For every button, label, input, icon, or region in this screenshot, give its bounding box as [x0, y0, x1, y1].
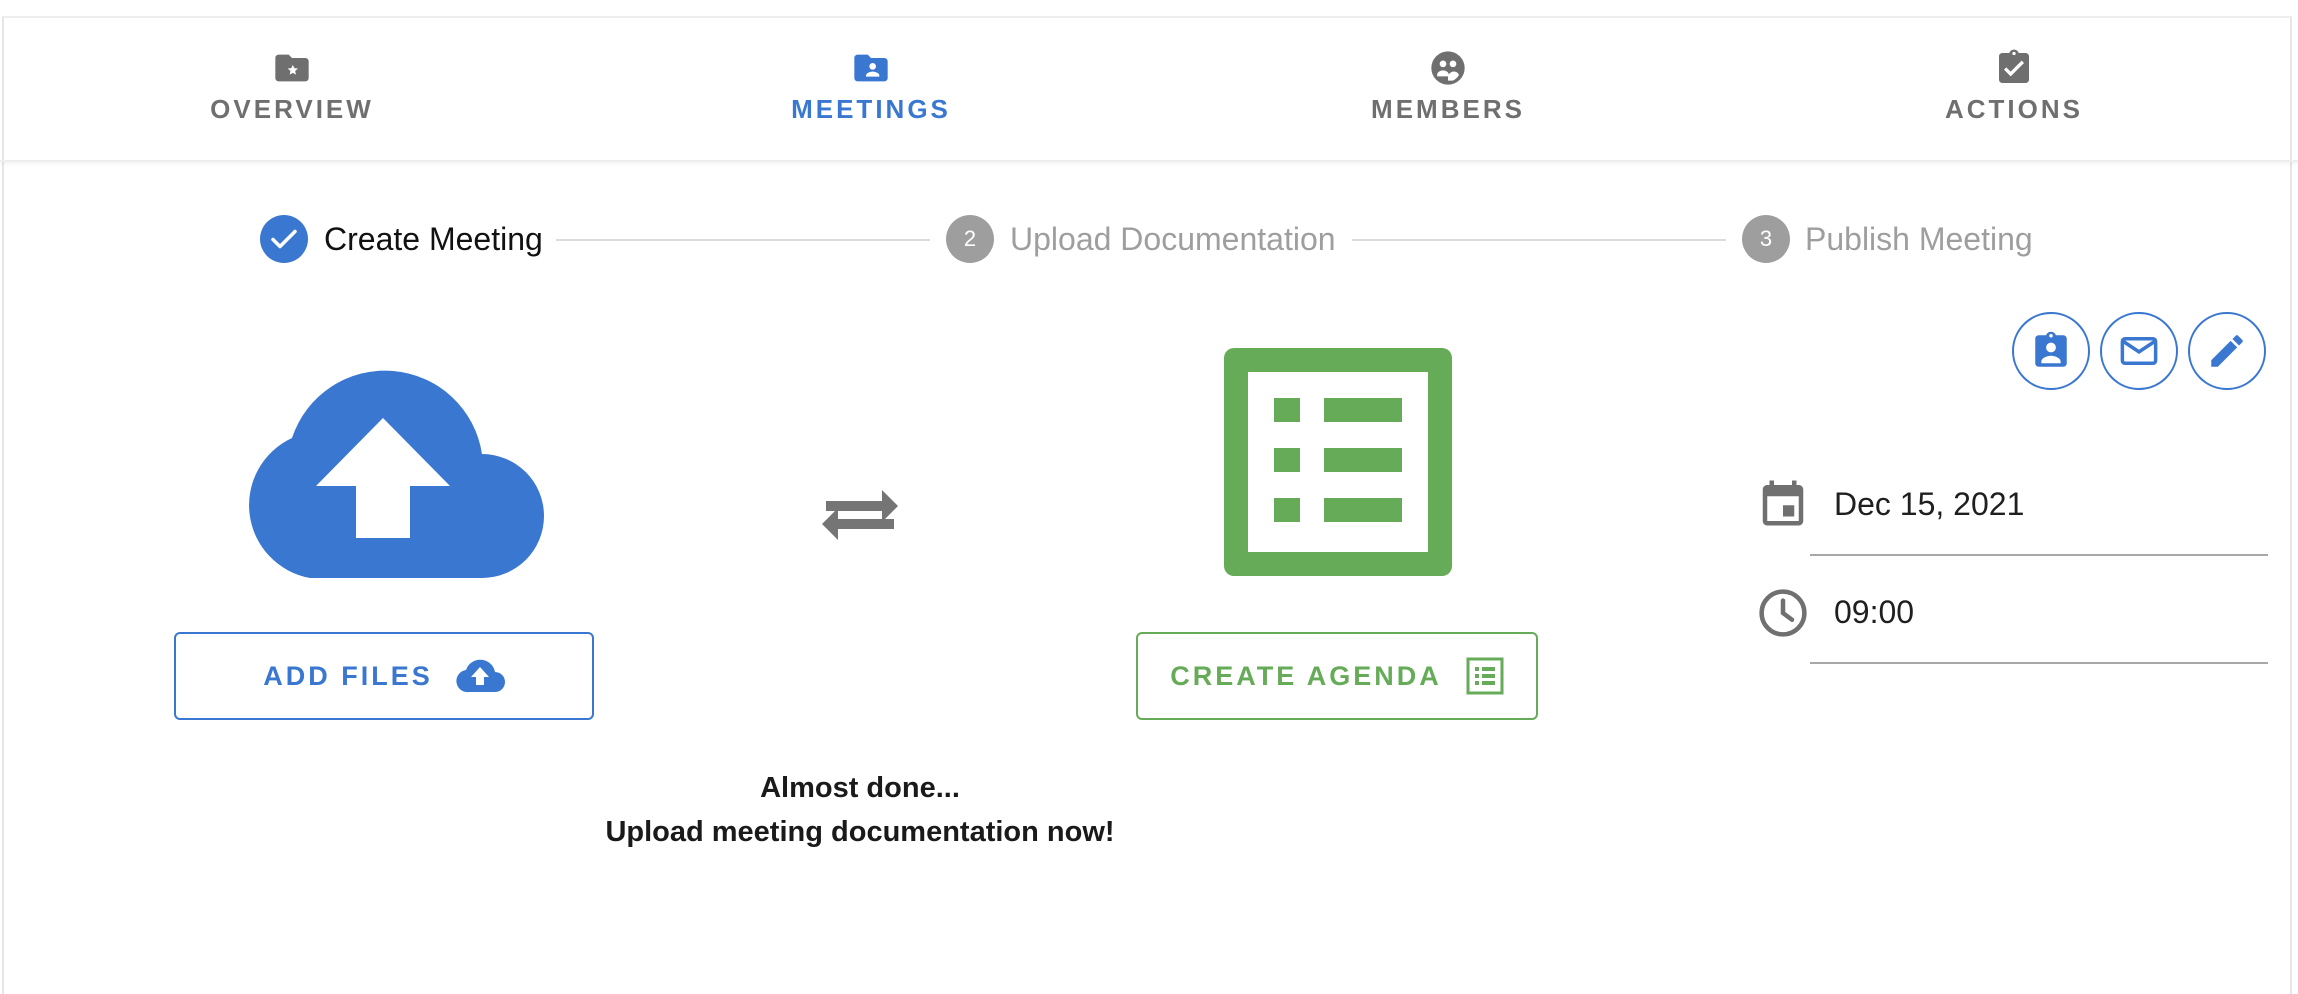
progress-message-subtitle: Upload meeting documentation now!	[605, 816, 1115, 848]
step-3-number: 3	[1742, 215, 1790, 263]
tab-actions-label: ACTIONS	[1945, 94, 2083, 124]
tab-members[interactable]: MEMBERS	[1298, 48, 1598, 148]
clipboard-check-icon	[1999, 49, 2029, 83]
step-2-label: Upload Documentation	[1010, 221, 1336, 257]
email-icon	[2120, 337, 2158, 365]
swap-horiz-icon	[822, 490, 898, 540]
email-button[interactable]	[2100, 312, 2178, 390]
step-connector	[1352, 239, 1726, 241]
tab-members-label: MEMBERS	[1371, 94, 1525, 124]
time-underline	[1810, 662, 2268, 664]
group-icon	[1431, 51, 1465, 85]
contact-card-icon	[2035, 331, 2067, 367]
tab-meetings[interactable]: MEETINGS	[721, 48, 1021, 148]
create-agenda-button[interactable]: CREATE AGENDA	[1136, 632, 1538, 720]
step-3-label: Publish Meeting	[1805, 221, 2033, 257]
list-alt-icon	[1466, 657, 1504, 695]
add-files-button[interactable]: ADD FILES	[174, 632, 594, 720]
date-underline	[1810, 554, 2268, 556]
list-alt-icon	[1224, 348, 1452, 576]
clock-icon	[1759, 589, 1807, 637]
meeting-time[interactable]: 09:00	[1834, 594, 1914, 631]
folder-user-icon	[854, 54, 888, 82]
step-1-check	[260, 215, 308, 263]
step-connector	[556, 239, 930, 241]
tab-bar: OVERVIEW MEETINGS MEMBERS ACTIONS	[0, 18, 2298, 162]
step-1-label: Create Meeting	[324, 221, 543, 257]
folder-star-icon	[275, 54, 309, 82]
tab-overview-label: OVERVIEW	[210, 94, 374, 124]
calendar-icon	[1762, 480, 1804, 526]
tab-overview[interactable]: OVERVIEW	[142, 48, 442, 148]
progress-message-title: Almost done...	[760, 772, 960, 804]
check-icon	[271, 229, 297, 249]
tab-meetings-label: MEETINGS	[791, 94, 951, 124]
meeting-date[interactable]: Dec 15, 2021	[1834, 486, 2024, 523]
cloud-upload-icon	[249, 370, 544, 578]
tab-actions[interactable]: ACTIONS	[1864, 48, 2164, 148]
create-agenda-label: CREATE AGENDA	[1170, 660, 1442, 691]
step-2-number: 2	[946, 215, 994, 263]
add-files-label: ADD FILES	[263, 660, 433, 691]
edit-icon	[2211, 335, 2243, 367]
attendees-button[interactable]	[2012, 312, 2090, 390]
edit-button[interactable]	[2188, 312, 2266, 390]
cloud-upload-icon	[456, 659, 505, 693]
